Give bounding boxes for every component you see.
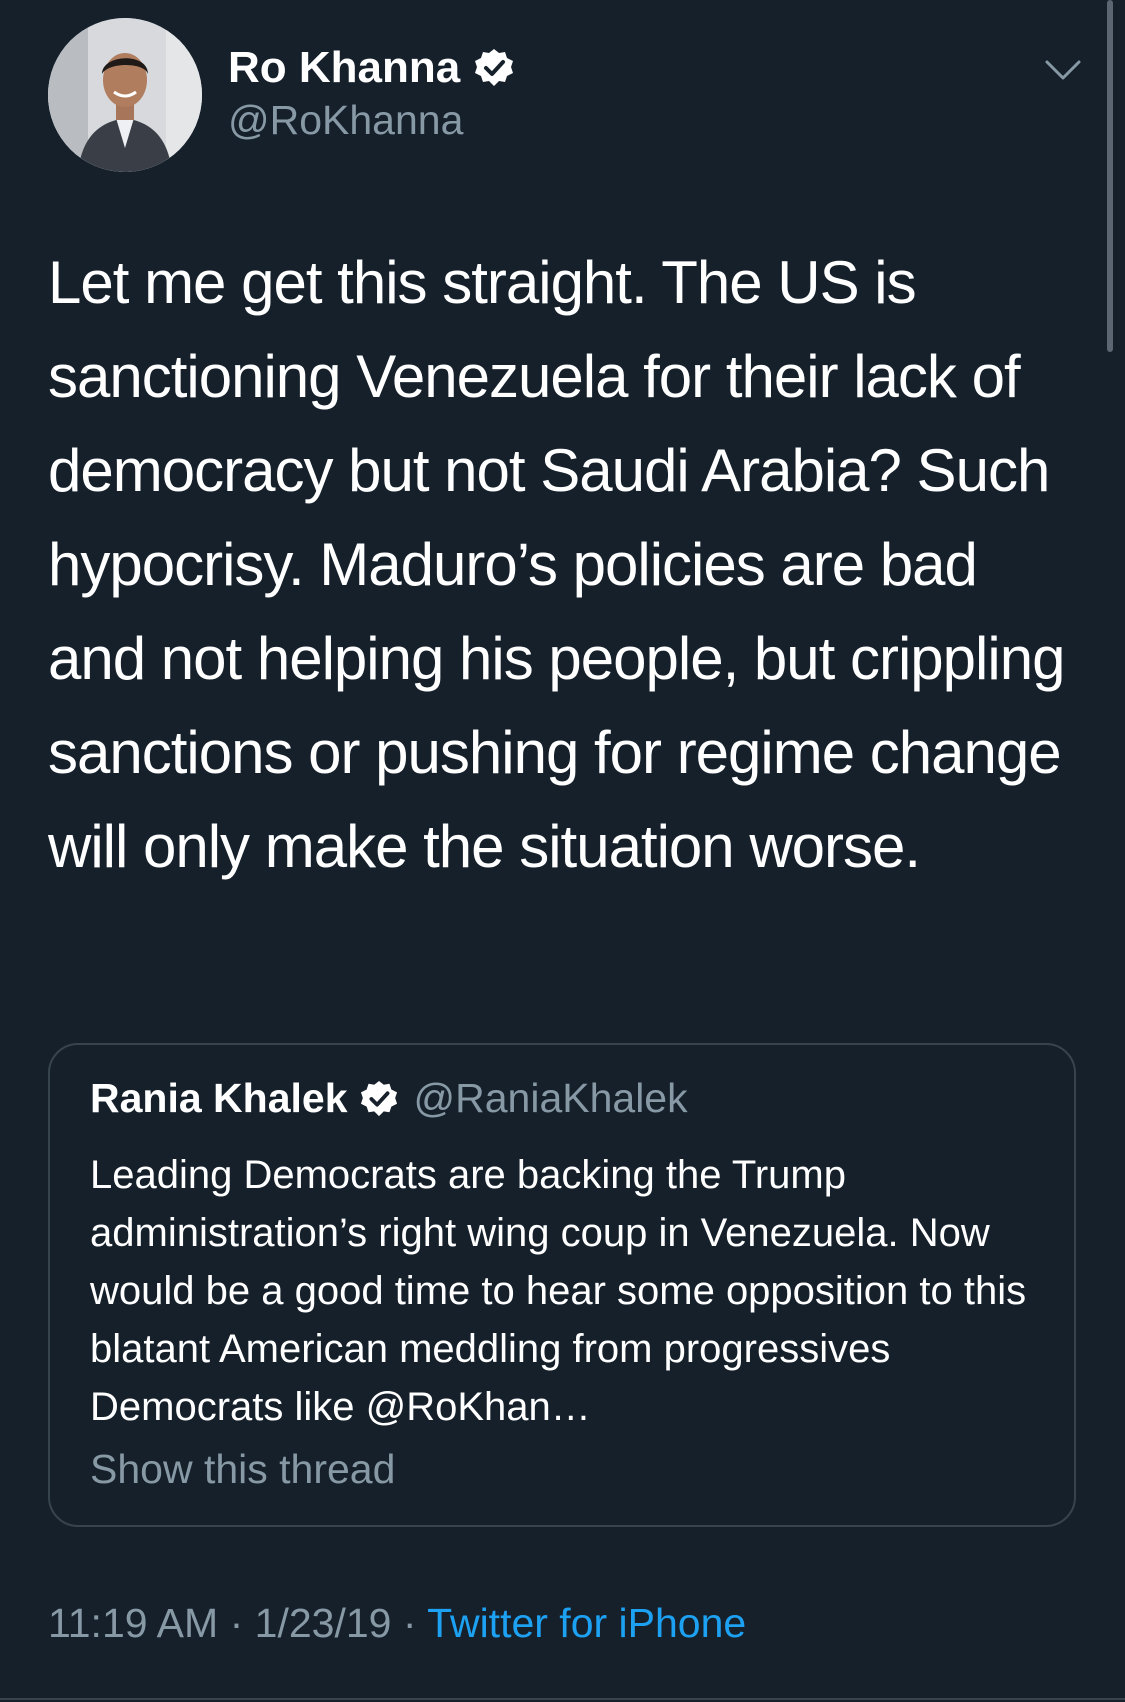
verified-badge-icon — [360, 1080, 398, 1118]
author-name-row[interactable]: Ro Khanna — [228, 42, 514, 94]
author-name[interactable]: Ro Khanna — [228, 42, 460, 94]
quoted-author-handle: @RaniaKhalek — [413, 1075, 688, 1121]
tweet-text: Let me get this straight. The US is sanc… — [48, 249, 1065, 880]
verified-badge-icon — [474, 48, 514, 88]
tweet-detail: Ro Khanna @RoKhanna Let me get this stra… — [0, 0, 1125, 1702]
quoted-tweet-text: Leading Democrats are backing the Trump … — [90, 1153, 1027, 1429]
tweet-meta: 11:19 AM · 1/23/19 · Twitter for iPhone — [48, 1600, 746, 1647]
avatar[interactable] — [48, 18, 202, 172]
tweet-time: 11:19 AM — [48, 1600, 219, 1646]
tweet-source-link[interactable]: Twitter for iPhone — [427, 1600, 746, 1646]
scrollbar[interactable] — [1107, 0, 1113, 352]
quoted-tweet-header: Rania Khalek @RaniaKhalek — [90, 1075, 688, 1122]
divider — [0, 1698, 1125, 1700]
meta-separator: · — [402, 1600, 417, 1646]
quoted-tweet-card[interactable]: Rania Khalek @RaniaKhalek Leading Democr… — [48, 1043, 1076, 1527]
meta-separator: · — [229, 1600, 244, 1646]
tweet-date: 1/23/19 — [254, 1600, 392, 1646]
chevron-down-icon[interactable] — [1044, 58, 1082, 84]
quoted-author-name: Rania Khalek — [90, 1075, 348, 1121]
author-handle[interactable]: @RoKhanna — [228, 96, 463, 144]
show-thread-link[interactable]: Show this thread — [90, 1446, 395, 1493]
